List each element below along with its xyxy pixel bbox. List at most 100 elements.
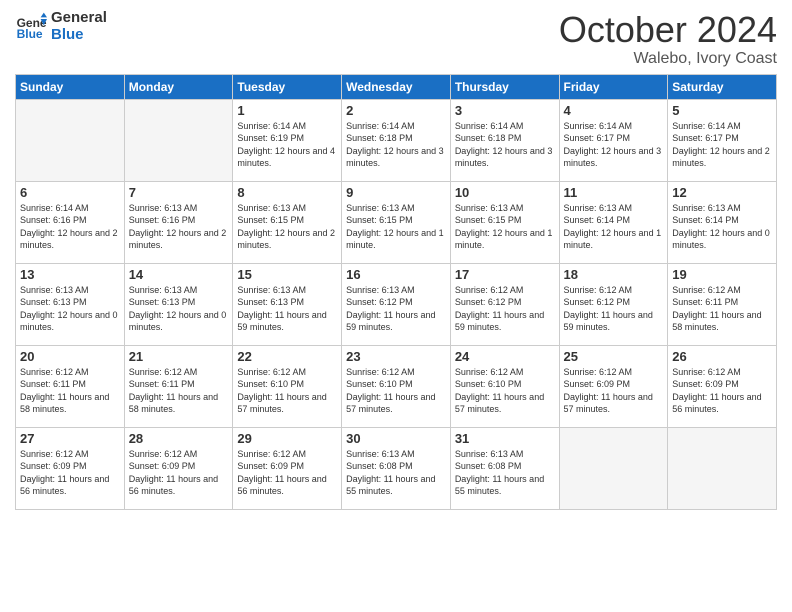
day-number: 5: [672, 103, 772, 118]
day-number: 12: [672, 185, 772, 200]
day-number: 17: [455, 267, 555, 282]
day-info: Sunrise: 6:12 AMSunset: 6:09 PMDaylight:…: [20, 448, 120, 498]
day-number: 2: [346, 103, 446, 118]
calendar-cell: 12 Sunrise: 6:13 AMSunset: 6:14 PMDayligh…: [668, 181, 777, 263]
page: General Blue General Blue October 2024 W…: [0, 0, 792, 612]
day-info: Sunrise: 6:13 AMSunset: 6:15 PMDaylight:…: [237, 202, 337, 252]
calendar-cell: 4 Sunrise: 6:14 AMSunset: 6:17 PMDaylight…: [559, 99, 668, 181]
day-number: 31: [455, 431, 555, 446]
day-info: Sunrise: 6:12 AMSunset: 6:09 PMDaylight:…: [564, 366, 664, 416]
logo: General Blue General Blue: [15, 10, 107, 43]
day-info: Sunrise: 6:12 AMSunset: 6:11 PMDaylight:…: [129, 366, 229, 416]
calendar-cell: 10 Sunrise: 6:13 AMSunset: 6:15 PMDayligh…: [450, 181, 559, 263]
day-number: 15: [237, 267, 337, 282]
day-number: 28: [129, 431, 229, 446]
calendar-cell: 29 Sunrise: 6:12 AMSunset: 6:09 PMDayligh…: [233, 427, 342, 509]
day-header-saturday: Saturday: [668, 74, 777, 99]
day-info: Sunrise: 6:12 AMSunset: 6:12 PMDaylight:…: [564, 284, 664, 334]
calendar-cell: 3Sunrise: 6:14 AMSunset: 6:18 PMDaylight…: [450, 99, 559, 181]
day-info: Sunrise: 6:13 AMSunset: 6:13 PMDaylight:…: [237, 284, 337, 334]
day-info: Sunrise: 6:12 AMSunset: 6:11 PMDaylight:…: [20, 366, 120, 416]
day-info: Sunrise: 6:13 AMSunset: 6:15 PMDaylight:…: [346, 202, 446, 252]
calendar-week-2: 13 Sunrise: 6:13 AMSunset: 6:13 PMDayligh…: [16, 263, 777, 345]
day-number: 10: [455, 185, 555, 200]
day-header-friday: Friday: [559, 74, 668, 99]
calendar-cell: 2 Sunrise: 6:14 AMSunset: 6:18 PMDaylight…: [342, 99, 451, 181]
day-number: 16: [346, 267, 446, 282]
day-info: Sunrise: 6:13 AMSunset: 6:08 PMDaylight:…: [455, 448, 555, 498]
calendar-cell: 13 Sunrise: 6:13 AMSunset: 6:13 PMDayligh…: [16, 263, 125, 345]
calendar-week-3: 20 Sunrise: 6:12 AMSunset: 6:11 PMDayligh…: [16, 345, 777, 427]
calendar-cell: 11 Sunrise: 6:13 AMSunset: 6:14 PMDayligh…: [559, 181, 668, 263]
location-subtitle: Walebo, Ivory Coast: [559, 50, 777, 68]
day-info: Sunrise: 6:13 AMSunset: 6:13 PMDaylight:…: [129, 284, 229, 334]
day-info: Sunrise: 6:14 AMSunset: 6:18 PMDaylight:…: [346, 120, 446, 170]
day-header-wednesday: Wednesday: [342, 74, 451, 99]
calendar-cell: 7Sunrise: 6:13 AMSunset: 6:16 PMDaylight…: [124, 181, 233, 263]
day-number: 4: [564, 103, 664, 118]
calendar-header-row: SundayMondayTuesdayWednesdayThursdayFrid…: [16, 74, 777, 99]
day-number: 3: [455, 103, 555, 118]
calendar-cell: 26 Sunrise: 6:12 AMSunset: 6:09 PMDayligh…: [668, 345, 777, 427]
calendar-week-4: 27 Sunrise: 6:12 AMSunset: 6:09 PMDayligh…: [16, 427, 777, 509]
day-info: Sunrise: 6:12 AMSunset: 6:09 PMDaylight:…: [129, 448, 229, 498]
day-info: Sunrise: 6:13 AMSunset: 6:13 PMDaylight:…: [20, 284, 120, 334]
day-info: Sunrise: 6:14 AMSunset: 6:17 PMDaylight:…: [672, 120, 772, 170]
calendar-cell: [668, 427, 777, 509]
calendar-cell: 8 Sunrise: 6:13 AMSunset: 6:15 PMDaylight…: [233, 181, 342, 263]
title-block: October 2024 Walebo, Ivory Coast: [559, 10, 777, 68]
logo-general: General: [51, 10, 107, 27]
day-header-sunday: Sunday: [16, 74, 125, 99]
day-info: Sunrise: 6:13 AMSunset: 6:15 PMDaylight:…: [455, 202, 555, 252]
month-title: October 2024: [559, 10, 777, 50]
calendar-cell: 16 Sunrise: 6:13 AMSunset: 6:12 PMDayligh…: [342, 263, 451, 345]
day-number: 26: [672, 349, 772, 364]
calendar-week-1: 6Sunrise: 6:14 AMSunset: 6:16 PMDaylight…: [16, 181, 777, 263]
day-info: Sunrise: 6:13 AMSunset: 6:14 PMDaylight:…: [564, 202, 664, 252]
calendar-table: SundayMondayTuesdayWednesdayThursdayFrid…: [15, 74, 777, 510]
day-number: 13: [20, 267, 120, 282]
day-info: Sunrise: 6:13 AMSunset: 6:12 PMDaylight:…: [346, 284, 446, 334]
calendar-week-0: 1Sunrise: 6:14 AMSunset: 6:19 PMDaylight…: [16, 99, 777, 181]
day-info: Sunrise: 6:12 AMSunset: 6:09 PMDaylight:…: [237, 448, 337, 498]
day-number: 27: [20, 431, 120, 446]
day-info: Sunrise: 6:12 AMSunset: 6:10 PMDaylight:…: [237, 366, 337, 416]
day-number: 9: [346, 185, 446, 200]
calendar-cell: 23 Sunrise: 6:12 AMSunset: 6:10 PMDayligh…: [342, 345, 451, 427]
calendar-cell: 17 Sunrise: 6:12 AMSunset: 6:12 PMDayligh…: [450, 263, 559, 345]
day-info: Sunrise: 6:12 AMSunset: 6:12 PMDaylight:…: [455, 284, 555, 334]
day-number: 23: [346, 349, 446, 364]
day-header-tuesday: Tuesday: [233, 74, 342, 99]
calendar-cell: 20 Sunrise: 6:12 AMSunset: 6:11 PMDayligh…: [16, 345, 125, 427]
svg-text:Blue: Blue: [17, 27, 43, 41]
day-info: Sunrise: 6:13 AMSunset: 6:14 PMDaylight:…: [672, 202, 772, 252]
calendar-cell: 15 Sunrise: 6:13 AMSunset: 6:13 PMDayligh…: [233, 263, 342, 345]
day-number: 29: [237, 431, 337, 446]
day-info: Sunrise: 6:14 AMSunset: 6:17 PMDaylight:…: [564, 120, 664, 170]
calendar-cell: 19Sunrise: 6:12 AMSunset: 6:11 PMDayligh…: [668, 263, 777, 345]
calendar-cell: 24Sunrise: 6:12 AMSunset: 6:10 PMDayligh…: [450, 345, 559, 427]
day-number: 25: [564, 349, 664, 364]
day-number: 8: [237, 185, 337, 200]
day-info: Sunrise: 6:13 AMSunset: 6:08 PMDaylight:…: [346, 448, 446, 498]
day-number: 21: [129, 349, 229, 364]
day-header-thursday: Thursday: [450, 74, 559, 99]
day-number: 22: [237, 349, 337, 364]
calendar-cell: 5 Sunrise: 6:14 AMSunset: 6:17 PMDaylight…: [668, 99, 777, 181]
calendar-cell: 31 Sunrise: 6:13 AMSunset: 6:08 PMDayligh…: [450, 427, 559, 509]
header: General Blue General Blue October 2024 W…: [15, 10, 777, 68]
day-info: Sunrise: 6:14 AMSunset: 6:16 PMDaylight:…: [20, 202, 120, 252]
day-number: 7: [129, 185, 229, 200]
day-info: Sunrise: 6:12 AMSunset: 6:09 PMDaylight:…: [672, 366, 772, 416]
calendar-cell: 28 Sunrise: 6:12 AMSunset: 6:09 PMDayligh…: [124, 427, 233, 509]
day-info: Sunrise: 6:12 AMSunset: 6:10 PMDaylight:…: [346, 366, 446, 416]
day-info: Sunrise: 6:12 AMSunset: 6:11 PMDaylight:…: [672, 284, 772, 334]
day-number: 18: [564, 267, 664, 282]
day-number: 20: [20, 349, 120, 364]
logo-blue: Blue: [51, 27, 107, 44]
day-number: 11: [564, 185, 664, 200]
calendar-cell: 27 Sunrise: 6:12 AMSunset: 6:09 PMDayligh…: [16, 427, 125, 509]
calendar-cell: [124, 99, 233, 181]
day-header-monday: Monday: [124, 74, 233, 99]
calendar-cell: 30Sunrise: 6:13 AMSunset: 6:08 PMDayligh…: [342, 427, 451, 509]
